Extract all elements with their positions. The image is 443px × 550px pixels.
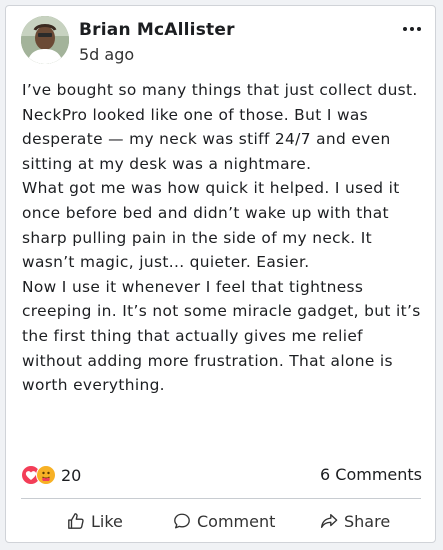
care-reaction-icon — [36, 465, 56, 485]
author-name[interactable]: Brian McAllister — [79, 20, 235, 40]
share-button[interactable]: Share — [320, 506, 390, 536]
avatar-photo-icon — [21, 16, 69, 64]
reactions-count: 20 — [61, 465, 82, 485]
share-arrow-icon — [320, 514, 338, 528]
post-timestamp[interactable]: 5d ago — [79, 45, 134, 64]
post-body: I’ve bought so many things that just col… — [22, 78, 424, 398]
comment-bubble-icon — [174, 513, 190, 529]
more-options-icon[interactable] — [401, 24, 423, 34]
avatar[interactable] — [21, 16, 69, 64]
post-paragraph: What got me was how quick it helped. I u… — [22, 179, 400, 272]
thumbs-up-icon — [68, 513, 84, 529]
post-paragraph: I’ve bought so many things that just col… — [22, 81, 418, 173]
divider — [21, 498, 421, 499]
like-button[interactable]: Like — [67, 506, 123, 536]
post-stats: 20 6 Comments — [21, 462, 422, 488]
post-paragraph: Now I use it whenever I feel that tightn… — [22, 277, 421, 395]
reactions-summary[interactable]: 20 — [21, 464, 81, 486]
comments-count[interactable]: 6 Comments — [320, 465, 422, 484]
post-header: Brian McAllister 5d ago — [21, 16, 421, 70]
share-label: Share — [344, 511, 391, 531]
post-actions: Like Comment Share — [21, 506, 421, 536]
reaction-icons — [21, 464, 59, 486]
comment-label: Comment — [197, 511, 276, 531]
post-card: Brian McAllister 5d ago I’ve bought so m… — [5, 5, 436, 543]
like-label: Like — [91, 511, 123, 531]
comment-button[interactable]: Comment — [173, 506, 275, 536]
